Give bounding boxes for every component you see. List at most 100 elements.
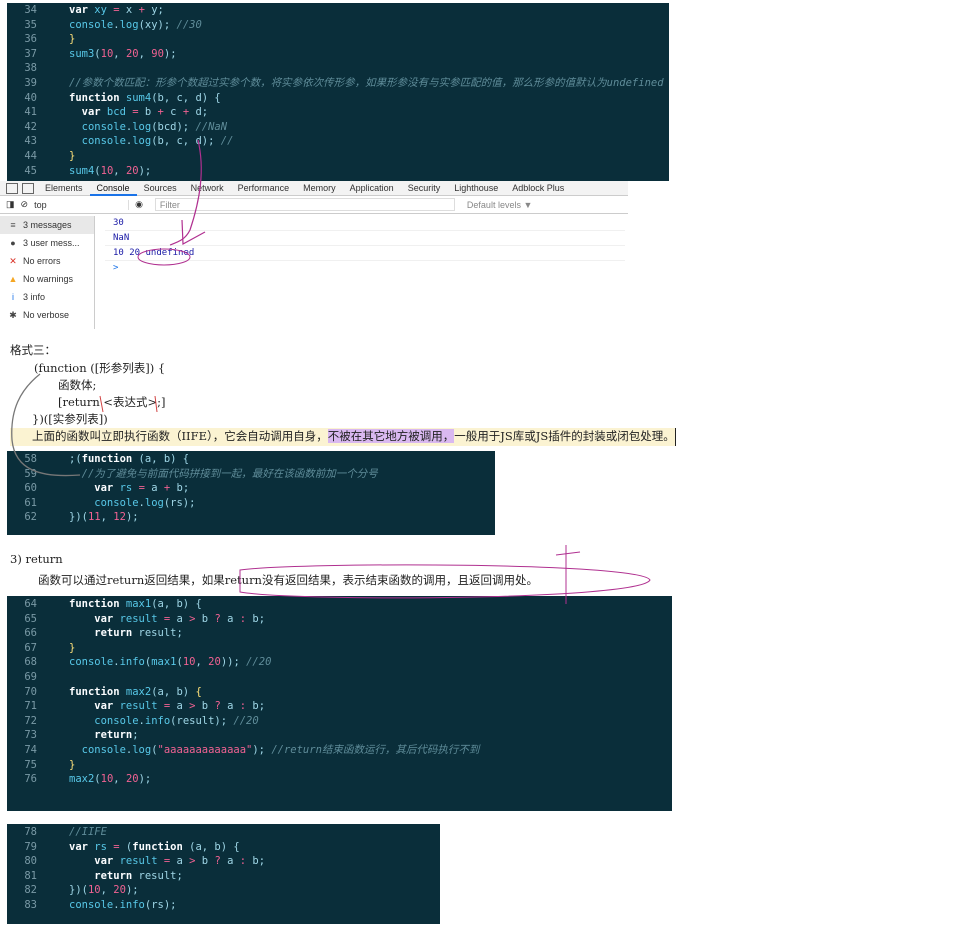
- code-token: log: [119, 18, 139, 31]
- tab-application[interactable]: Application: [343, 181, 401, 196]
- syntax-line-1: (function ([形参列表]) {: [34, 361, 166, 375]
- code-token: }: [69, 758, 76, 771]
- code-token: //20: [239, 656, 272, 669]
- line-number: 67: [24, 641, 37, 654]
- console-prompt[interactable]: >: [105, 261, 625, 276]
- sidebar-item-label: 3 info: [23, 292, 46, 302]
- levels-select[interactable]: Default levels ▼: [467, 200, 532, 210]
- code-line: 80 var result = a > b ? a : b;: [7, 854, 440, 869]
- code-token: }: [69, 641, 76, 654]
- code-token: ,: [113, 773, 126, 786]
- sidebar-item[interactable]: ✱ No verbose: [0, 306, 94, 324]
- code-token: max2: [69, 773, 95, 786]
- sidebar-item[interactable]: ✕ No errors: [0, 252, 94, 270]
- code-token: b: [195, 855, 215, 868]
- code-token: //20: [233, 714, 259, 727]
- code-token: var: [69, 4, 88, 16]
- sidebar-item[interactable]: i 3 info: [0, 288, 94, 306]
- tab-sources[interactable]: Sources: [137, 181, 184, 196]
- line-number: 35: [24, 18, 37, 31]
- code-token: "aaaaaaaaaaaaa": [157, 743, 253, 756]
- error-icon: ✕: [9, 256, 17, 266]
- doc-section-format3: 格式三： (function ([形参列表]) { 函数体; [return <…: [10, 342, 730, 446]
- line-source: var result = a > b ? a : b;: [69, 699, 265, 714]
- code-line: 71 var result = a > b ? a : b;: [7, 699, 672, 714]
- line-number: 40: [24, 91, 37, 104]
- devtools-console: Elements Console Sources Network Performance…: [0, 181, 628, 329]
- line-source: function max2(a, b) {: [69, 685, 202, 700]
- iife-note-a: 上面的函数叫立即执行函数（IIFE），它会自动调用自身，: [32, 429, 328, 443]
- code-token: (rs);: [163, 496, 196, 509]
- tab-memory[interactable]: Memory: [296, 181, 343, 196]
- line-number: 65: [24, 612, 37, 625]
- code-token: 20: [208, 656, 221, 669]
- code-token: (rs);: [144, 898, 177, 911]
- code-token: );: [125, 884, 139, 897]
- code-token: a: [220, 855, 240, 868]
- code-token: (b, c, d);: [151, 135, 221, 148]
- line-source: var bcd = b + c + d;: [69, 105, 208, 120]
- line-source: console.log(xy); //30: [69, 18, 202, 33]
- code-line: 37 sum3(10, 20, 90);: [7, 47, 669, 62]
- sidebar-item[interactable]: ▲ No warnings: [0, 270, 94, 288]
- code-token: function: [69, 91, 120, 104]
- line-source: var rs = a + b;: [69, 481, 189, 496]
- code-token: ;(: [69, 453, 82, 465]
- code-token: rs: [113, 482, 139, 495]
- line-number: 44: [24, 149, 37, 162]
- clear-console-icon[interactable]: ⊘: [21, 199, 29, 210]
- line-source: return result;: [69, 626, 183, 641]
- tab-lighthouse[interactable]: Lighthouse: [447, 181, 505, 196]
- tab-console[interactable]: Console: [89, 181, 137, 196]
- code-token: b: [138, 106, 158, 119]
- code-token: (a, b): [151, 685, 196, 698]
- device-toolbar-icon[interactable]: [22, 182, 34, 194]
- inspect-icon[interactable]: [6, 182, 18, 194]
- syntax-line-2: 函数体;: [58, 378, 97, 392]
- line-source: })(11, 12);: [69, 510, 139, 525]
- code-token: function: [132, 840, 183, 853]
- console-message: 10 20 undefined: [105, 246, 625, 261]
- sidebar-item[interactable]: ≡ 3 messages: [0, 216, 94, 234]
- code-token: //IIFE: [69, 826, 107, 838]
- code-token: b;: [246, 612, 266, 625]
- devtools-tab-bar: Elements Console Sources Network Performance…: [0, 181, 628, 196]
- line-number: 64: [24, 598, 37, 610]
- code-line: 72 console.info(result); //20: [7, 714, 672, 729]
- code-token: max2: [119, 685, 152, 698]
- context-select[interactable]: top: [34, 199, 130, 210]
- sidebar-toggle-icon[interactable]: ◨: [6, 199, 15, 210]
- code-token: log: [132, 120, 152, 133]
- code-token: (a, b) {: [132, 453, 190, 465]
- line-number: 62: [24, 511, 37, 524]
- line-source: }: [69, 641, 75, 656]
- code-line: 74 console.log("aaaaaaaaaaaaa"); //retur…: [7, 743, 672, 758]
- code-token: sum4: [69, 164, 95, 177]
- code-token: 10: [100, 164, 114, 177]
- tab-performance[interactable]: Performance: [231, 181, 297, 196]
- code-token: d;: [189, 106, 209, 119]
- code-token: result;: [132, 627, 183, 640]
- line-number: 78: [24, 826, 37, 838]
- code-token: 11: [87, 511, 101, 524]
- console-toolbar: ◨ ⊘ top ◉ Filter Default levels ▼: [0, 196, 628, 214]
- code-token: );: [138, 164, 152, 177]
- tab-network[interactable]: Network: [184, 181, 231, 196]
- filter-input[interactable]: Filter: [154, 198, 455, 211]
- doc-section-return: 3) return 函数可以通过return返回结果，如果return没有返回结…: [10, 552, 710, 590]
- sidebar-item[interactable]: ● 3 user mess...: [0, 234, 94, 252]
- iife-note-c: 一般用于JS库或JS插件的封装或闭包处理。: [454, 429, 675, 443]
- code-line: 42 console.log(bcd); //NaN: [7, 120, 669, 135]
- tab-elements[interactable]: Elements: [38, 181, 90, 196]
- code-token: //为了避免与前面代码拼接到一起，最好在该函数前加一个分号: [69, 467, 378, 480]
- code-line: 40 function sum4(b, c, d) {: [7, 91, 669, 106]
- console-sidebar: ≡ 3 messages ● 3 user mess... ✕ No errors ▲ No …: [0, 216, 95, 329]
- tab-security[interactable]: Security: [401, 181, 448, 196]
- code-token: b: [195, 612, 215, 625]
- sidebar-item-label: No warnings: [23, 274, 74, 284]
- code-line: 39 //参数个数匹配：形参个数超过实参个数，将实参依次传形参，如果形参没有与实参…: [7, 76, 669, 91]
- eye-icon[interactable]: ◉: [135, 199, 143, 210]
- tab-adblock-plus[interactable]: Adblock Plus: [505, 181, 571, 196]
- code-token: ;: [132, 729, 139, 742]
- code-line: 67}: [7, 641, 672, 656]
